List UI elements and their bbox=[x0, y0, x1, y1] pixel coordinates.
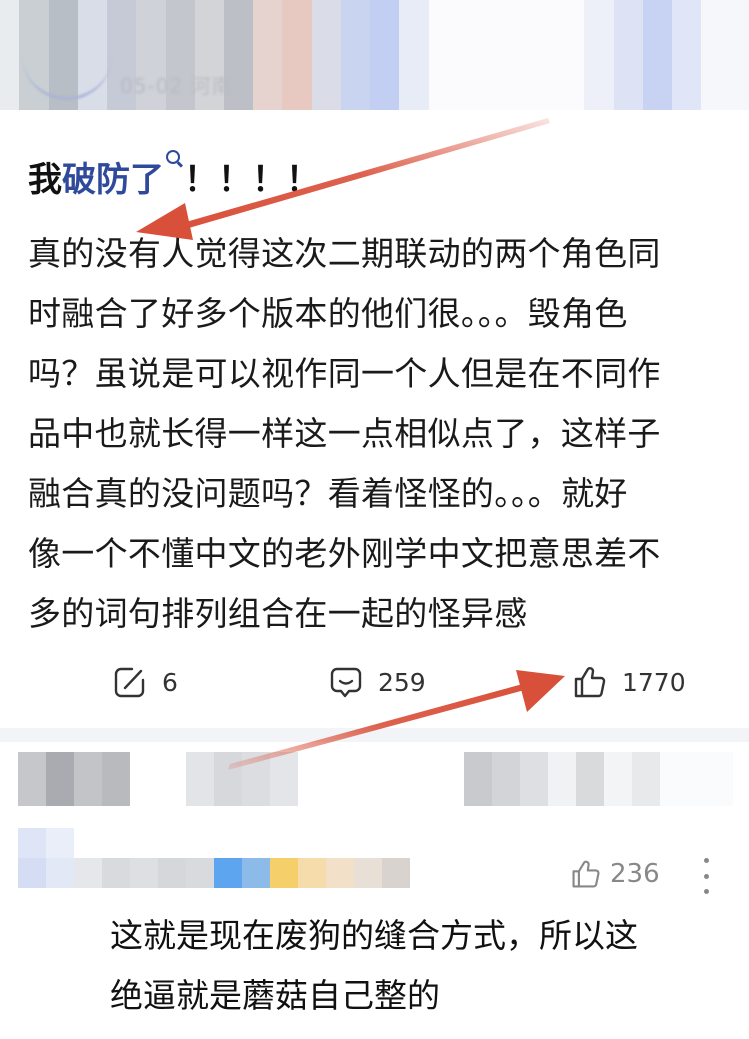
repost-icon bbox=[114, 667, 145, 698]
screenshot-page: 05-02 河南 我 破防了 ！！！！ 真的没有人觉得这次二期联动的两个角色同 … bbox=[0, 0, 749, 1039]
like-count: 1770 bbox=[622, 667, 686, 697]
censored-comment-header-row bbox=[0, 752, 749, 806]
comment-button[interactable]: 259 bbox=[328, 664, 426, 700]
comment-like-button[interactable]: 236 bbox=[570, 858, 660, 890]
title-prefix: 我 bbox=[28, 160, 62, 200]
censored-user-header bbox=[0, 0, 749, 110]
thumbs-up-icon bbox=[574, 667, 606, 698]
post-action-bar: 6 259 1770 bbox=[0, 660, 749, 704]
repost-button[interactable]: 6 bbox=[112, 664, 178, 700]
comment-text: 这就是现在废狗的缝合方式，所以这 绝逼就是蘑菇自己整的 bbox=[110, 916, 638, 1015]
post-body: 真的没有人觉得这次二期联动的两个角色同 时融合了好多个版本的他们很。。。毁角色 … bbox=[28, 234, 661, 633]
topic-link[interactable]: 破防了 bbox=[62, 152, 164, 201]
censored-commenter-avatar-top bbox=[18, 828, 438, 858]
comment-count: 259 bbox=[378, 667, 426, 697]
censored-commenter-name bbox=[18, 858, 410, 888]
comment-like-count: 236 bbox=[610, 859, 660, 889]
post-title: 我 破防了 ！！！！ bbox=[28, 150, 320, 201]
section-divider bbox=[0, 728, 749, 742]
search-icon[interactable] bbox=[166, 150, 180, 164]
post-timestamp: 05-02 河南 bbox=[120, 74, 233, 98]
repost-count: 6 bbox=[162, 667, 178, 697]
more-options-icon[interactable] bbox=[700, 858, 712, 894]
like-button[interactable]: 1770 bbox=[572, 664, 686, 700]
comment-icon bbox=[330, 667, 362, 698]
thumbs-up-icon bbox=[572, 860, 600, 888]
title-suffix: ！！！！ bbox=[184, 160, 320, 200]
